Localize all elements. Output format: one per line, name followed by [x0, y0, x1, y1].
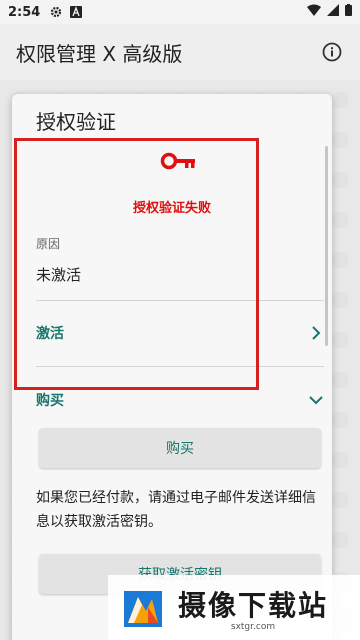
watermark-logo-icon — [118, 583, 168, 633]
wifi-icon — [307, 4, 321, 20]
watermark: 摄像下载站 sxtgr.com — [108, 575, 360, 640]
purchase-button[interactable]: 购买 — [39, 428, 321, 468]
signal-icon — [327, 4, 339, 20]
reason-label: 原因 — [36, 237, 61, 251]
scrollbar[interactable] — [325, 146, 328, 346]
gear-icon — [50, 6, 62, 18]
divider — [36, 300, 324, 301]
a-icon — [70, 6, 83, 18]
payment-info-text: 如果您已经付款，请通过电子邮件发送详细信息以获取激活密钥。 — [36, 490, 316, 530]
status-bar: 2:54 — [0, 0, 360, 24]
divider — [36, 366, 324, 367]
authorization-dialog: 授权验证 授权验证失败 原因 未激活 激活 购买 购买 如果您已经付款，请通过电… — [12, 94, 332, 640]
battery-icon — [345, 4, 352, 20]
dialog-title: 授权验证 — [36, 110, 116, 134]
reason-value: 未激活 — [36, 266, 82, 284]
app-bar: 权限管理 X 高级版 — [0, 24, 360, 80]
watermark-text: 摄像下载站 — [178, 588, 329, 622]
activate-label: 激活 — [36, 326, 64, 342]
info-icon[interactable] — [320, 40, 344, 64]
purchase-label: 购买 — [36, 393, 64, 409]
purchase-row[interactable]: 购买 — [36, 380, 324, 420]
chevron-right-icon — [308, 325, 324, 341]
watermark-url: sxtgr.com — [230, 621, 276, 632]
app-title: 权限管理 X 高级版 — [16, 41, 183, 66]
auth-failed-text: 授权验证失败 — [132, 201, 211, 216]
key-icon — [160, 150, 198, 172]
chevron-down-icon — [308, 392, 324, 408]
activate-row[interactable]: 激活 — [36, 313, 324, 353]
status-time: 2:54 — [8, 4, 41, 20]
